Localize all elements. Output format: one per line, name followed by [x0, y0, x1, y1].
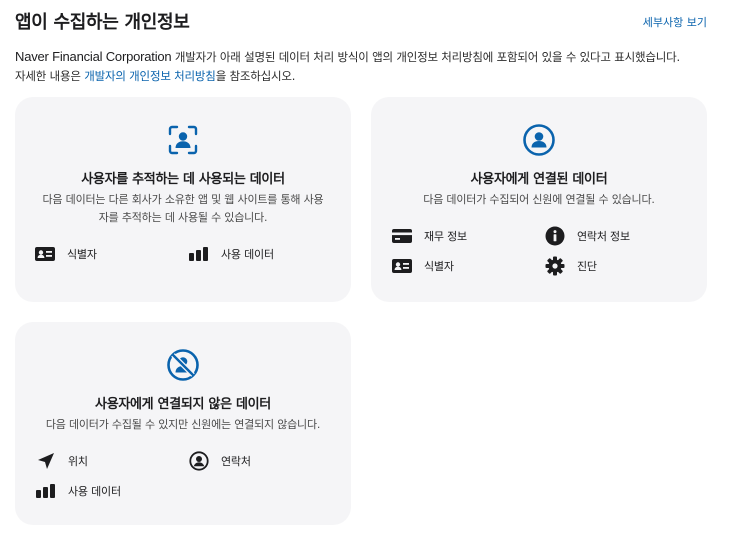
tracking-icon [167, 124, 199, 156]
user-circle-icon [523, 124, 555, 156]
card-title: 사용자에게 연결되지 않은 데이터 [95, 397, 271, 412]
page-header: 앱이 수집하는 개인정보 세부사항 보기 [15, 8, 707, 34]
card-description: 다음 데이터가 수집될 수 있지만 신원에는 연결되지 않습니다. [45, 418, 321, 431]
data-item-label: 진단 [577, 260, 597, 273]
info-icon [545, 226, 565, 246]
data-item-label: 사용 데이터 [221, 248, 274, 261]
credit-card-icon [392, 226, 412, 246]
user-slash-icon [167, 349, 199, 381]
data-item-contact-info: 연락처 정보 [545, 226, 630, 246]
data-item-identifiers: 식별자 [35, 244, 97, 264]
description-line1: 개발자가 아래 설명된 데이터 처리 방식이 앱의 개인정보 처리방침에 포함되… [171, 50, 681, 64]
description-line2-prefix: 자세한 내용은 [15, 69, 85, 83]
privacy-description: Naver Financial Corporation 개발자가 아래 설명된 … [15, 47, 715, 86]
developer-name: Naver Financial Corporation [15, 49, 172, 64]
card-linked-data: 사용자에게 연결된 데이터 다음 데이터가 수집되어 신원에 연결될 수 있습니… [371, 97, 707, 302]
card-title: 사용자에게 연결된 데이터 [470, 172, 608, 187]
location-arrow-icon [36, 451, 56, 471]
card-description: 다음 데이터가 수집되어 신원에 연결될 수 있습니다. [423, 193, 655, 206]
data-item-label: 식별자 [67, 248, 97, 261]
card-unlinked-data: 사용자에게 연결되지 않은 데이터 다음 데이터가 수집될 수 있지만 신원에는… [15, 322, 351, 525]
privacy-policy-link[interactable]: 개발자의 개인정보 처리방침 [84, 69, 216, 83]
data-item-identifiers: 식별자 [392, 256, 454, 276]
contact-icon [189, 451, 209, 471]
data-item-contacts: 연락처 [189, 451, 251, 471]
bar-chart-icon [36, 481, 56, 501]
data-item-label: 위치 [68, 455, 88, 468]
id-card-icon [35, 244, 55, 264]
data-item-financial-info: 재무 정보 [392, 226, 467, 246]
bar-chart-icon [189, 244, 209, 264]
page-title: 앱이 수집하는 개인정보 [15, 12, 190, 33]
card-tracking-data: 사용자를 추적하는 데 사용되는 데이터 다음 데이터는 다른 회사가 소유한 … [15, 97, 351, 302]
data-item-label: 식별자 [424, 260, 454, 273]
card-description: 다음 데이터는 다른 회사가 소유한 앱 및 웹 사이트를 통해 사용자를 추적… [42, 193, 324, 224]
card-title: 사용자를 추적하는 데 사용되는 데이터 [81, 172, 285, 187]
data-item-diagnostics: 진단 [545, 256, 597, 276]
data-item-location: 위치 [36, 451, 88, 471]
data-item-label: 연락처 정보 [577, 230, 630, 243]
data-item-label: 재무 정보 [424, 230, 467, 243]
id-card-icon [392, 256, 412, 276]
data-item-usage-data: 사용 데이터 [189, 244, 274, 264]
description-line2-suffix: 을 참조하십시오. [215, 69, 296, 83]
data-item-label: 사용 데이터 [68, 485, 121, 498]
data-item-usage-data: 사용 데이터 [36, 481, 121, 501]
details-link[interactable]: 세부사항 보기 [643, 14, 707, 30]
data-item-label: 연락처 [221, 455, 251, 468]
gear-icon [545, 256, 565, 276]
